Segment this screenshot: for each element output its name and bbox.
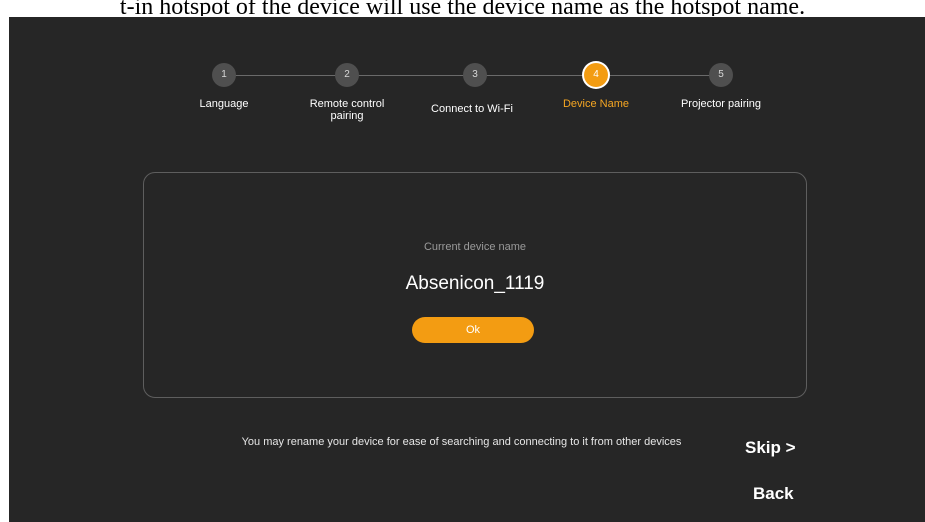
page: t-in hotspot of the device will use the … (0, 0, 925, 522)
step-label-line: Remote control (309, 98, 385, 110)
step-number-badge: 5 (709, 63, 733, 87)
step-label: Connect to Wi-Fi (431, 103, 513, 115)
step-number-badge: 2 (335, 63, 359, 87)
back-button[interactable]: Back (753, 484, 794, 504)
step-number-badge: 1 (212, 63, 236, 87)
step-label-active: Device Name (562, 98, 630, 110)
step-label: Projector pairing (680, 98, 762, 110)
step-number-badge: 3 (463, 63, 487, 87)
current-device-name-label: Current device name (423, 241, 527, 253)
step-label-line: pairing (330, 110, 364, 122)
step-number-badge-active: 4 (584, 63, 608, 87)
device-name-value: Absenicon_1119 (405, 273, 545, 294)
skip-button[interactable]: Skip > (745, 438, 796, 458)
step-label: Language (199, 98, 249, 110)
step-label: Remote control pairing (287, 98, 407, 122)
document-caption: t-in hotspot of the device will use the … (119, 0, 806, 16)
device-name-card: Current device name Absenicon_1119 Ok (143, 172, 807, 398)
setup-screen: 1 Language 2 Remote control pairing 3 Co… (9, 17, 925, 522)
rename-hint-text: You may rename your device for ease of s… (241, 436, 682, 448)
ok-button[interactable]: Ok (412, 317, 534, 343)
